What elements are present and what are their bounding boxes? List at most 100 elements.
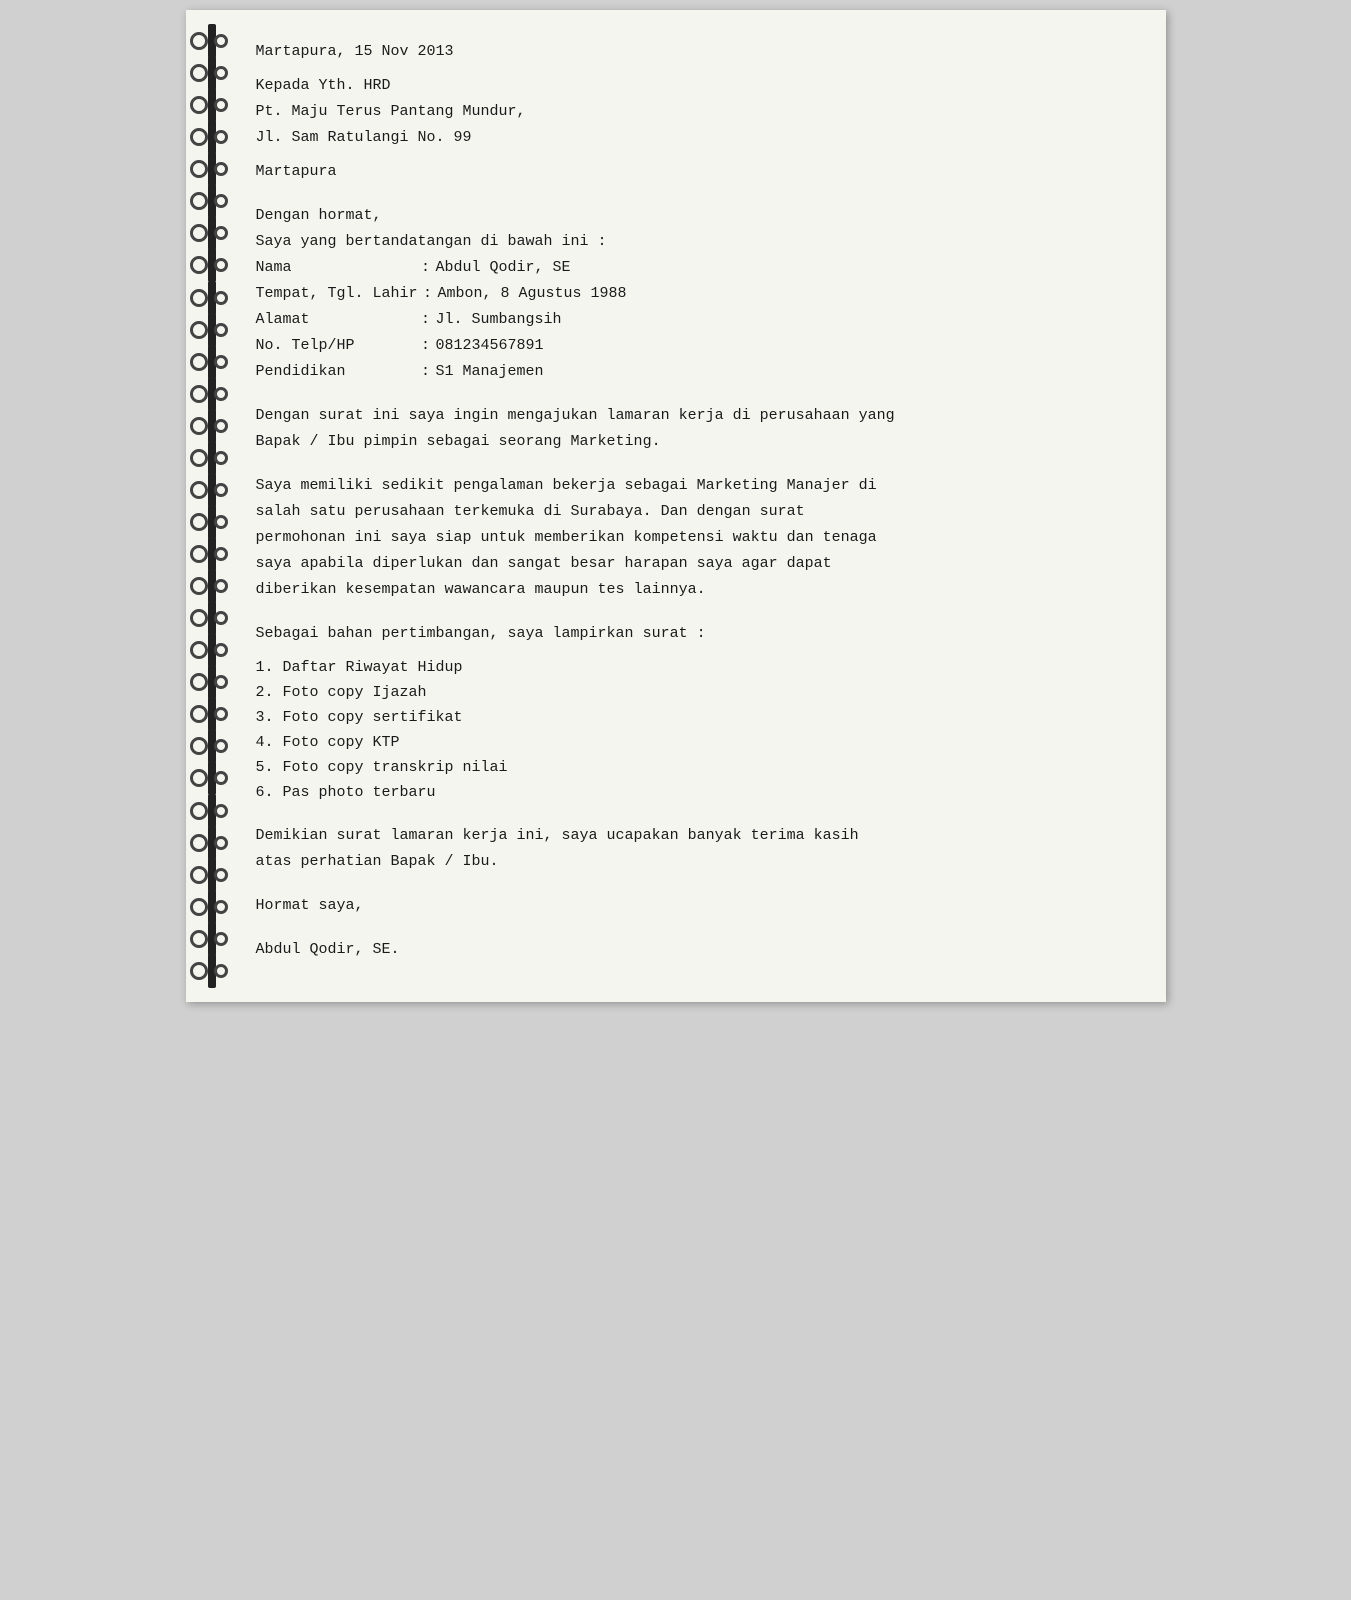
spiral-circle-left: [190, 802, 208, 820]
spiral-circle-right: [214, 868, 228, 882]
spiral-circle-right: [214, 258, 228, 272]
spiral-circle-left: [190, 449, 208, 467]
attachment-item: 6. Pas photo terbaru: [256, 781, 1136, 805]
attachment-item: 2. Foto copy Ijazah: [256, 681, 1136, 705]
attachment-item: 4. Foto copy KTP: [256, 731, 1136, 755]
spiral-row: [186, 762, 246, 794]
spiral-circle-right: [214, 611, 228, 625]
spiral-circle-right: [214, 579, 228, 593]
spiral-circle-right: [214, 226, 228, 240]
body-line1: Saya memiliki sedikit pengalaman bekerja…: [256, 474, 1136, 498]
spiral-binding: [186, 10, 246, 1002]
spiral-circle-left: [190, 930, 208, 948]
intro: Saya yang bertandatangan di bawah ini :: [256, 230, 1136, 254]
spiral-circle-right: [214, 291, 228, 305]
letter-content: Martapura, 15 Nov 2013 Kepada Yth. HRD P…: [256, 30, 1136, 982]
spiral-row: [186, 474, 246, 506]
closing-line2: atas perhatian Bapak / Ibu.: [256, 850, 1136, 874]
attachments-list: 1. Daftar Riwayat Hidup2. Foto copy Ijaz…: [256, 656, 1136, 805]
spiral-row: [186, 955, 246, 987]
attachment-intro: Sebagai bahan pertimbangan, saya lampirk…: [256, 622, 1136, 646]
spiral-circle-left: [190, 64, 208, 82]
attachment-item: 5. Foto copy transkrip nilai: [256, 756, 1136, 780]
field-label: Nama: [256, 256, 416, 280]
spiral-row: [186, 410, 246, 442]
spiral-circle-right: [214, 964, 228, 978]
spiral-row: [186, 570, 246, 602]
spiral-circle-left: [190, 256, 208, 274]
spiral-row: [186, 827, 246, 859]
closing-line1: Demikian surat lamaran kerja ini, saya u…: [256, 824, 1136, 848]
spiral-circle-left: [190, 577, 208, 595]
spiral-circle-right: [214, 739, 228, 753]
spiral-circle-left: [190, 192, 208, 210]
spiral-row: [186, 153, 246, 185]
field-value: 081234567891: [436, 334, 1136, 358]
spiral-circle-right: [214, 675, 228, 689]
signature: Abdul Qodir, SE.: [256, 938, 1136, 962]
field-colon: :: [416, 360, 436, 384]
spiral-circle-left: [190, 705, 208, 723]
spiral-row: [186, 730, 246, 762]
field-row: Tempat, Tgl. Lahir: Ambon, 8 Agustus 198…: [256, 282, 1136, 306]
spiral-circle-left: [190, 737, 208, 755]
attachment-item: 1. Daftar Riwayat Hidup: [256, 656, 1136, 680]
spiral-circle-right: [214, 355, 228, 369]
spiral-row: [186, 442, 246, 474]
spiral-circle-left: [190, 641, 208, 659]
spiral-circle-left: [190, 962, 208, 980]
spiral-circle-right: [214, 34, 228, 48]
spiral-circle-left: [190, 834, 208, 852]
body-line3: permohonan ini saya siap untuk memberika…: [256, 526, 1136, 550]
spiral-row: [186, 121, 246, 153]
spiral-circle-left: [190, 289, 208, 307]
attachment-item: 3. Foto copy sertifikat: [256, 706, 1136, 730]
spiral-circle-left: [190, 32, 208, 50]
field-colon: :: [416, 334, 436, 358]
spiral-row: [186, 506, 246, 538]
field-value: Ambon, 8 Agustus 1988: [438, 282, 1136, 306]
spiral-circle-left: [190, 224, 208, 242]
letter-page: Martapura, 15 Nov 2013 Kepada Yth. HRD P…: [186, 10, 1166, 1002]
field-label: Tempat, Tgl. Lahir: [256, 282, 418, 306]
spiral-row: [186, 249, 246, 281]
field-colon: :: [416, 256, 436, 280]
field-label: No. Telp/HP: [256, 334, 416, 358]
spiral-circle-right: [214, 900, 228, 914]
field-row: No. Telp/HP: 081234567891: [256, 334, 1136, 358]
spiral-circle-right: [214, 98, 228, 112]
spiral-circle-right: [214, 323, 228, 337]
spiral-row: [186, 57, 246, 89]
spiral-circle-right: [214, 483, 228, 497]
spiral-circle-left: [190, 769, 208, 787]
field-colon: :: [418, 282, 438, 306]
spiral-circle-left: [190, 321, 208, 339]
spiral-circle-left: [190, 96, 208, 114]
spiral-row: [186, 795, 246, 827]
spiral-row: [186, 538, 246, 570]
spiral-circle-left: [190, 160, 208, 178]
field-colon: :: [416, 308, 436, 332]
spiral-circle-left: [190, 609, 208, 627]
spiral-row: [186, 891, 246, 923]
spiral-circle-right: [214, 194, 228, 208]
date-line: Martapura, 15 Nov 2013: [256, 40, 1136, 64]
spiral-circle-left: [190, 673, 208, 691]
spiral-circle-right: [214, 804, 228, 818]
spiral-row: [186, 378, 246, 410]
spiral-circle-left: [190, 866, 208, 884]
address-city: Martapura: [256, 160, 1136, 184]
field-value: S1 Manajemen: [436, 360, 1136, 384]
spiral-circle-left: [190, 898, 208, 916]
spiral-row: [186, 666, 246, 698]
spiral-row: [186, 602, 246, 634]
spiral-circle-left: [190, 128, 208, 146]
spiral-circle-right: [214, 707, 228, 721]
field-value: Abdul Qodir, SE: [436, 256, 1136, 280]
body-line5: diberikan kesempatan wawancara maupun te…: [256, 578, 1136, 602]
spiral-circle-right: [214, 932, 228, 946]
personal-fields: Nama: Abdul Qodir, SETempat, Tgl. Lahir:…: [256, 256, 1136, 384]
regards: Hormat saya,: [256, 894, 1136, 918]
spiral-circle-right: [214, 66, 228, 80]
spiral-circle-right: [214, 387, 228, 401]
